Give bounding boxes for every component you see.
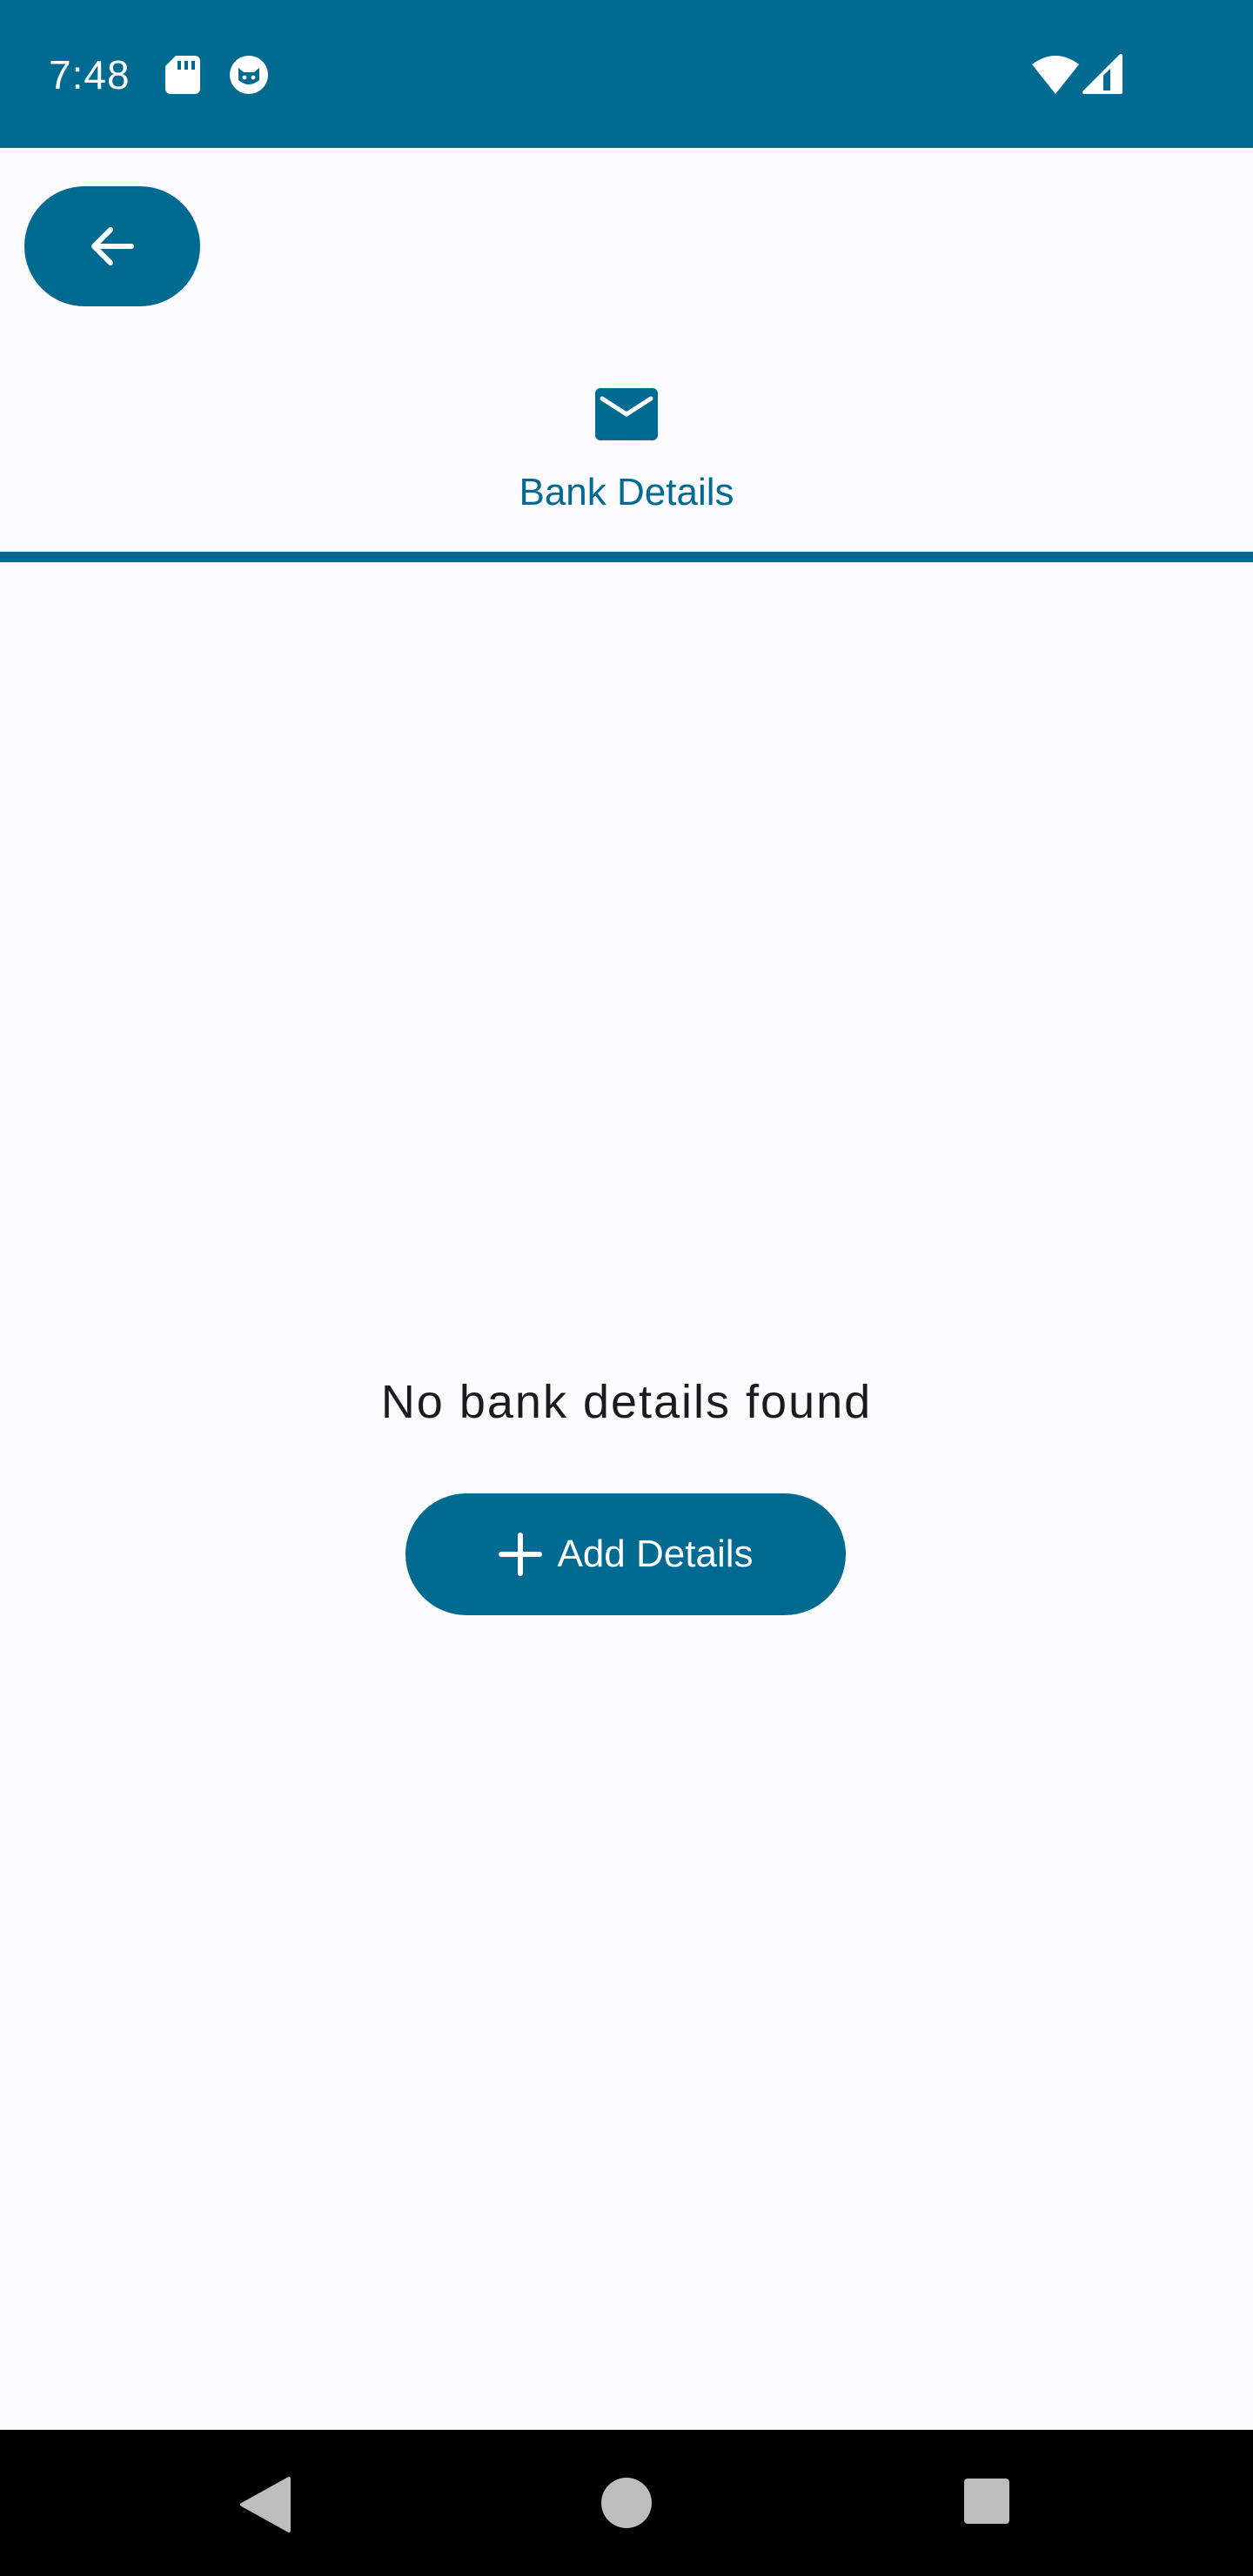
- tab-indicator: [0, 552, 1253, 562]
- arrow-back-icon: [91, 227, 134, 265]
- status-time: 7:48: [49, 52, 131, 97]
- add-details-button[interactable]: Add Details: [405, 1493, 846, 1615]
- signal-icon: [1082, 54, 1122, 94]
- plus-icon: [499, 1533, 543, 1576]
- nav-back-icon[interactable]: [238, 2477, 291, 2532]
- tab-label: Bank Details: [519, 471, 734, 513]
- back-button[interactable]: [24, 186, 200, 306]
- add-details-label: Add Details: [557, 1533, 754, 1575]
- nav-home-icon[interactable]: [600, 2477, 653, 2529]
- status-bar: 7:48: [0, 0, 1253, 148]
- cat-icon: [230, 56, 268, 94]
- nav-recents-icon[interactable]: [964, 2479, 1009, 2524]
- envelope-icon: [595, 388, 658, 440]
- navigation-bar: [0, 2430, 1253, 2576]
- empty-state-message: No bank details found: [380, 1376, 873, 1428]
- sd-card-icon: [165, 56, 200, 94]
- tab-bank-details[interactable]: Bank Details: [0, 366, 1253, 555]
- wifi-icon: [1032, 56, 1079, 94]
